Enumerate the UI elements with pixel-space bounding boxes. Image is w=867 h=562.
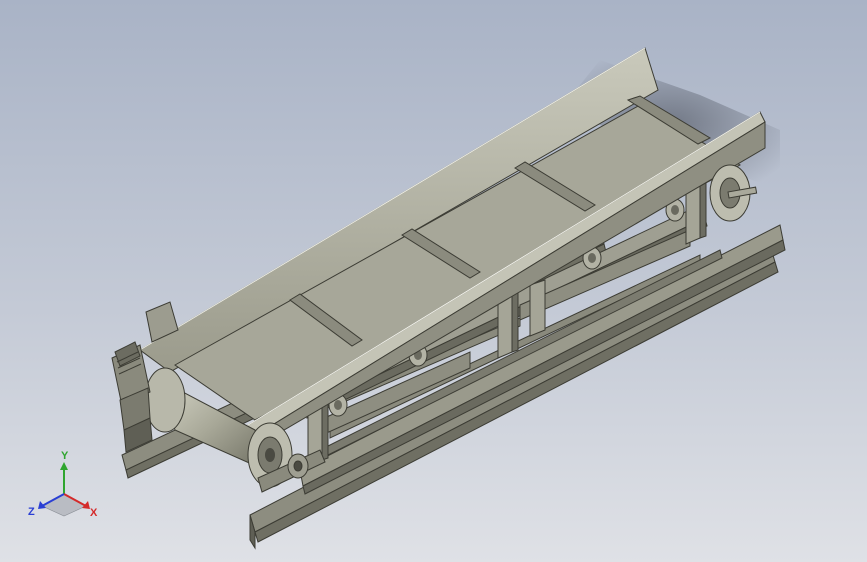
- conveyor-model[interactable]: [0, 0, 867, 562]
- gearbox[interactable]: [119, 387, 153, 453]
- triad-base-icon: [41, 493, 87, 517]
- triad-y-label: Y: [61, 450, 69, 462]
- triad-y-axis: [60, 462, 68, 494]
- triad-x-label: X: [90, 507, 98, 519]
- view-orientation-triad[interactable]: Y X Z: [24, 446, 104, 526]
- graphics-viewport[interactable]: Y X Z: [0, 0, 867, 562]
- triad-z-label: Z: [28, 506, 35, 518]
